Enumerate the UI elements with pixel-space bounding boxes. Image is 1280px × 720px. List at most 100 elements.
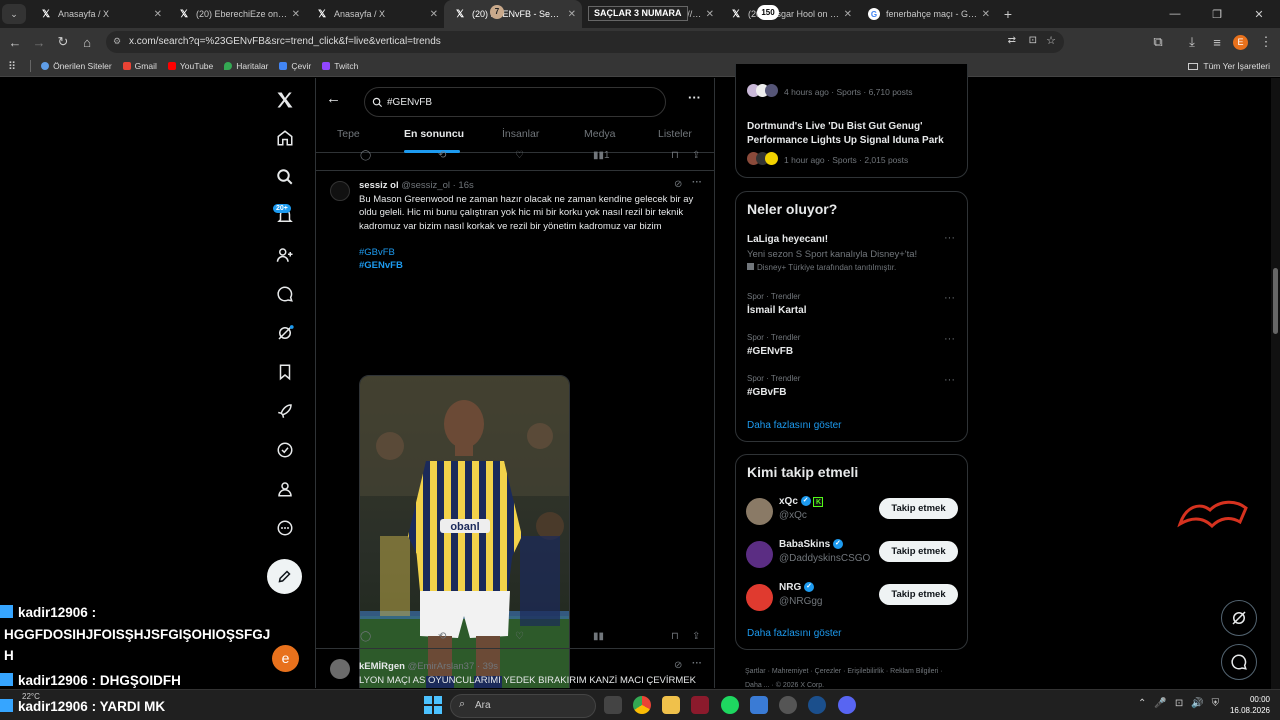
app-icon[interactable] <box>750 696 768 714</box>
minimize-icon[interactable]: — <box>1154 8 1196 20</box>
home-icon[interactable] <box>265 122 305 154</box>
share-icon[interactable]: ⇪ <box>692 150 700 161</box>
reply-icon[interactable]: ◯ <box>360 631 371 642</box>
profile-avatar[interactable]: E <box>1233 35 1248 50</box>
restore-icon[interactable]: ❐ <box>1196 8 1238 21</box>
app-icon[interactable] <box>779 696 797 714</box>
close-window-icon[interactable]: ✕ <box>1238 8 1280 21</box>
tweet[interactable]: kEMİRgen @EmirArslan37 · 39s ⊘ ··· LYON … <box>316 649 714 688</box>
rocket-icon[interactable] <box>265 395 305 427</box>
like-icon[interactable]: ♡ <box>515 150 524 161</box>
reply-icon[interactable]: ◯ <box>360 150 371 161</box>
close-tab-icon[interactable]: ✕ <box>568 9 576 20</box>
steam-icon[interactable] <box>808 696 826 714</box>
tab-people[interactable]: İnsanlar <box>502 128 539 140</box>
promoted-trend[interactable]: LaLiga heyecanı! Yeni sezon S Sport kana… <box>747 234 961 272</box>
close-tab-icon[interactable]: ✕ <box>844 9 852 20</box>
hashtag-link[interactable]: #GENvFB <box>359 260 403 271</box>
tab-latest[interactable]: En sonuncu <box>404 128 464 140</box>
more-icon[interactable]: ··· <box>944 292 955 304</box>
home-icon[interactable]: ⌂ <box>75 30 99 54</box>
media-icon[interactable]: ≡ <box>1205 30 1229 54</box>
tab-top[interactable]: Tepe <box>337 128 360 140</box>
start-button[interactable] <box>424 696 442 714</box>
follow-button[interactable]: Takip etmek <box>879 584 958 605</box>
bookmark-suggested[interactable]: Önerilen Siteler <box>41 61 112 71</box>
browser-tab-7[interactable]: Gfenerbahçe maçı - Google✕ <box>858 0 996 28</box>
back-icon[interactable]: ← <box>3 30 27 54</box>
more-icon[interactable]: ··· <box>944 333 955 345</box>
grok-floating-button[interactable] <box>1221 600 1257 636</box>
grok-icon[interactable]: ⊘ <box>674 660 682 671</box>
address-bar[interactable]: ⚙ x.com/search?q=%23GENvFB&src=trend_cli… <box>106 31 1064 53</box>
page-scrollbar[interactable] <box>1271 78 1280 689</box>
close-tab-icon[interactable]: ✕ <box>982 9 990 20</box>
more-options-icon[interactable]: ··· <box>688 90 701 105</box>
bookmark-translate[interactable]: Çevir <box>279 61 311 71</box>
show-more-link[interactable]: Daha fazlasını göster <box>747 420 842 431</box>
translate-icon[interactable]: ⇄ <box>1008 35 1016 46</box>
spotify-icon[interactable] <box>721 696 739 714</box>
bookmark-youtube[interactable]: YouTube <box>167 61 213 71</box>
tweet-author-name[interactable]: sessiz ol <box>359 180 399 191</box>
bookmark-star-icon[interactable]: ☆ <box>1046 34 1056 47</box>
discord-icon[interactable] <box>838 696 856 714</box>
views-icon[interactable]: ▮▮ 1 <box>593 150 610 161</box>
footer-link[interactable]: Reklam Bilgileri <box>890 668 938 675</box>
tweet-menu-icon[interactable]: ··· <box>692 658 702 669</box>
notifications-icon[interactable]: 20+ <box>265 200 305 232</box>
chrome-icon[interactable] <box>633 696 651 714</box>
verified-icon[interactable] <box>265 434 305 466</box>
footer-link[interactable]: Şartlar <box>745 668 766 675</box>
follow-button[interactable]: Takip etmek <box>879 498 958 519</box>
x-logo-icon[interactable] <box>265 84 305 116</box>
all-bookmarks[interactable]: Tüm Yer İşaretleri <box>1188 61 1270 71</box>
footer-link[interactable]: Çerezler <box>815 668 841 675</box>
follow-suggestion[interactable]: NRG ✓ @NRGgg Takip etmek <box>746 580 960 620</box>
site-info-icon[interactable]: ⚙ <box>113 36 121 47</box>
messages-icon[interactable] <box>265 278 305 310</box>
show-more-link[interactable]: Daha fazlasını göster <box>747 628 842 639</box>
close-tab-icon[interactable]: ✕ <box>706 9 714 20</box>
messages-floating-button[interactable] <box>1221 644 1257 680</box>
task-view-icon[interactable] <box>604 696 622 714</box>
footer-link[interactable]: Erişilebilirlik <box>847 668 884 675</box>
reload-icon[interactable]: ↻ <box>51 30 75 54</box>
compose-post-button[interactable] <box>267 559 302 594</box>
system-tray[interactable]: ⌃🎤⊡🔊⛨ <box>1138 698 1227 709</box>
avatar[interactable] <box>746 584 773 611</box>
hashtag-link[interactable]: #GBvFB <box>359 247 395 258</box>
back-arrow-icon[interactable]: ← <box>326 90 341 107</box>
browser-tab-6[interactable]: 𝕏 (20) Losgar Hool on X: "# ✕ <box>720 0 858 28</box>
bookmark-twitch[interactable]: Twitch <box>322 61 358 71</box>
trend-item[interactable]: Spor · Trendler #GENvFB <box>747 333 961 357</box>
browser-tab-4-active[interactable]: 𝕏(20) #GENvFB - Search / X✕ <box>444 0 582 28</box>
more-icon[interactable]: ··· <box>944 232 955 244</box>
views-icon[interactable]: ▮▮ <box>593 631 604 642</box>
tweet-author-name[interactable]: kEMİRgen <box>359 661 405 672</box>
file-explorer-icon[interactable] <box>662 696 680 714</box>
tweet-menu-icon[interactable]: ··· <box>692 177 702 188</box>
tab-media[interactable]: Medya <box>584 128 616 140</box>
app-icon[interactable] <box>691 696 709 714</box>
avatar[interactable] <box>330 181 350 201</box>
follow-suggestion[interactable]: xQc ✓ K @xQc Takip etmek <box>746 494 960 534</box>
footer-link[interactable]: Daha ... <box>745 682 770 689</box>
bookmarks-icon[interactable] <box>265 356 305 388</box>
more-icon[interactable] <box>265 512 305 544</box>
avatar[interactable] <box>746 498 773 525</box>
scrollbar-thumb[interactable] <box>1273 268 1278 334</box>
avatar[interactable] <box>330 659 350 679</box>
profile-icon[interactable] <box>265 473 305 505</box>
trend-title[interactable]: Dortmund's Live 'Du Bist Gut Genug' Perf… <box>747 120 957 147</box>
share-icon[interactable]: ⇪ <box>692 631 700 642</box>
follow-button[interactable]: Takip etmek <box>879 541 958 562</box>
new-tab-button[interactable]: + <box>996 2 1020 26</box>
apps-icon[interactable]: ⠿ <box>8 60 16 73</box>
grok-icon[interactable] <box>265 317 305 349</box>
search-input[interactable]: #GENvFB <box>364 87 666 117</box>
close-tab-icon[interactable]: ✕ <box>154 9 162 20</box>
close-tab-icon[interactable]: ✕ <box>292 9 300 20</box>
retweet-icon[interactable]: ⟲ <box>438 150 446 161</box>
tab-list-button[interactable]: ⌄ <box>2 4 26 24</box>
